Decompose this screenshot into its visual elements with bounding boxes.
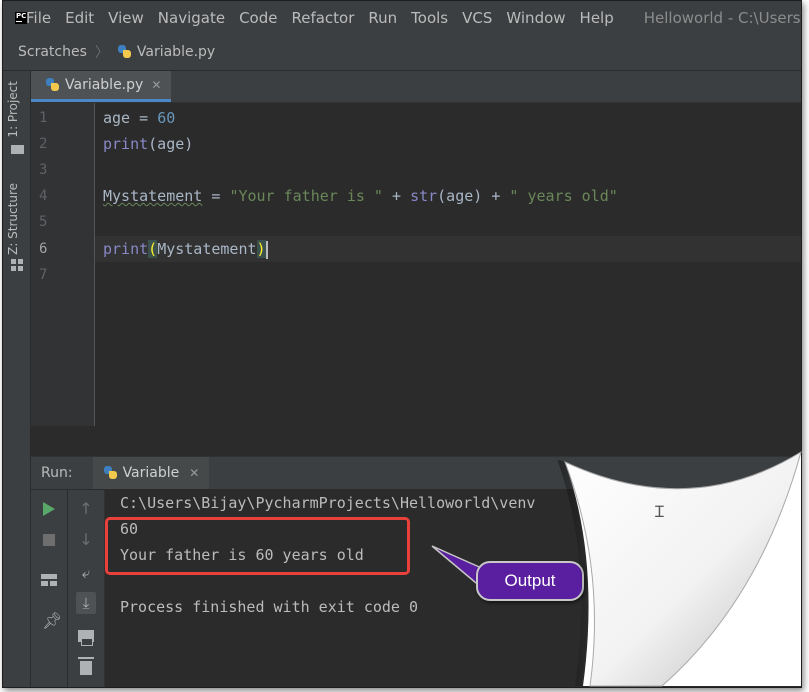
soft-wrap-button[interactable]: ⤶ — [76, 563, 96, 583]
code-brace-match: ) — [256, 240, 266, 258]
tab-label: Variable.py — [65, 77, 144, 93]
breadcrumb-item-file[interactable]: Variable.py — [137, 44, 215, 60]
code-line-6: print(Mystatement) — [103, 236, 268, 262]
code-line-4: Mystatement = "Your father is " + str(ag… — [103, 183, 618, 209]
code-operator: = — [202, 187, 230, 205]
run-panel-header: Run: Variable ✕ — [31, 457, 801, 489]
mouse-ibeam-cursor: Ɪ — [655, 502, 664, 521]
menu-tools[interactable]: Tools — [411, 9, 448, 27]
console-line-exit: Process finished with exit code 0 — [120, 598, 419, 616]
run-tab-label: Variable — [122, 465, 180, 481]
console-line-command: C:\Users\Bijay\PycharmProjects\Helloworl… — [120, 494, 536, 512]
tab-variable-py[interactable]: Variable.py ✕ — [31, 71, 171, 102]
menu-vcs[interactable]: VCS — [462, 9, 492, 27]
code-editor[interactable]: 1 2 3 4 5 6 7 age = 60 print(age) Mystat… — [31, 103, 801, 426]
python-file-icon — [45, 77, 61, 93]
rerun-button[interactable] — [39, 499, 59, 519]
code-args: (age) — [148, 135, 194, 153]
code-number: 60 — [157, 109, 176, 127]
menu-view[interactable]: View — [108, 9, 144, 27]
menu-run[interactable]: Run — [368, 9, 397, 27]
arrow-down-icon: ↓ — [79, 530, 93, 549]
stop-icon — [43, 534, 55, 546]
editor-bottom-area — [31, 426, 801, 457]
print-button[interactable] — [76, 626, 96, 646]
menu-window[interactable]: Window — [506, 9, 565, 27]
tool-window-structure-tab[interactable]: Z: Structure — [6, 183, 20, 255]
restore-layout-button[interactable] — [39, 570, 59, 590]
code-variable: Mystatement — [103, 187, 203, 205]
code-brace-match: ( — [148, 240, 158, 258]
down-stack-button[interactable]: ↓ — [76, 530, 96, 550]
breadcrumb-item-scratches[interactable]: Scratches — [18, 44, 87, 60]
chevron-right-icon: 〉 — [94, 45, 109, 61]
line-number: 5 — [39, 214, 48, 230]
ide-window: PC File Edit View Navigate Code Refactor… — [2, 0, 802, 688]
layout-icon — [41, 574, 57, 586]
python-file-icon — [103, 465, 119, 481]
line-number: 2 — [39, 136, 48, 152]
code-args: (age) — [437, 187, 483, 205]
output-callout: Output — [476, 561, 584, 601]
folder-icon — [11, 145, 24, 154]
trash-icon — [78, 657, 94, 675]
structure-icon — [11, 259, 23, 271]
print-icon — [78, 630, 94, 646]
editor-tab-bar: Variable.py ✕ — [31, 71, 801, 103]
code-builtin: print — [103, 135, 149, 153]
close-icon[interactable]: ✕ — [151, 78, 161, 92]
run-tab-variable[interactable]: Variable ✕ — [92, 457, 210, 489]
line-number: 1 — [39, 110, 48, 126]
pin-icon: 📌︎ — [42, 611, 63, 630]
up-stack-button[interactable]: ↑ — [76, 499, 96, 519]
output-highlight-box — [105, 517, 410, 575]
window-title: Helloworld - C:\Users\ — [643, 8, 802, 27]
scroll-to-end-button[interactable]: ⤓ — [76, 592, 96, 614]
arrow-up-icon: ↑ — [79, 499, 93, 518]
play-icon — [43, 502, 55, 516]
line-number: 7 — [39, 267, 48, 283]
run-toolbar-primary: 📌︎ — [31, 490, 68, 687]
menu-help[interactable]: Help — [580, 9, 614, 27]
code-operator: + — [482, 187, 510, 205]
run-panel-label: Run: — [41, 465, 73, 481]
code-string: "Your father is " — [229, 187, 383, 205]
clear-all-button[interactable] — [76, 656, 96, 676]
text-caret — [265, 240, 268, 259]
line-number: 3 — [39, 162, 48, 178]
menu-refactor[interactable]: Refactor — [291, 9, 354, 27]
code-line-1: age = 60 — [103, 105, 175, 131]
menu-navigate[interactable]: Navigate — [158, 9, 225, 27]
code-line-2: print(age) — [103, 131, 193, 157]
menu-code[interactable]: Code — [239, 9, 277, 27]
line-number-current: 6 — [39, 241, 48, 257]
soft-wrap-icon: ⤶ — [81, 564, 91, 582]
code-variable: age — [103, 109, 131, 127]
python-file-icon — [117, 44, 133, 60]
tool-window-project-tab[interactable]: 1: Project — [6, 81, 20, 138]
close-icon[interactable]: ✕ — [189, 466, 199, 480]
code-args: Mystatement — [157, 240, 257, 258]
code-builtin: str — [410, 187, 438, 205]
pin-tab-button[interactable]: 📌︎ — [39, 611, 63, 631]
code-operator: + — [382, 187, 411, 205]
line-number-gutter: 1 2 3 4 5 6 7 — [31, 103, 95, 426]
menu-edit[interactable]: Edit — [65, 9, 94, 27]
code-operator: = — [130, 109, 158, 127]
breadcrumb: Scratches 〉 Variable.py — [3, 34, 801, 71]
left-tool-strip: 1: Project Z: Structure — [3, 71, 31, 687]
line-number: 4 — [39, 188, 48, 204]
scroll-to-end-icon: ⤓ — [76, 592, 96, 614]
run-toolbar-secondary: ↑ ↓ ⤶ ⤓ — [68, 490, 105, 687]
menu-file[interactable]: File — [26, 9, 51, 27]
stop-button[interactable] — [39, 530, 59, 550]
menu-bar: PC File Edit View Navigate Code Refactor… — [3, 1, 801, 34]
code-builtin: print — [103, 240, 149, 258]
code-string: " years old" — [509, 187, 618, 205]
